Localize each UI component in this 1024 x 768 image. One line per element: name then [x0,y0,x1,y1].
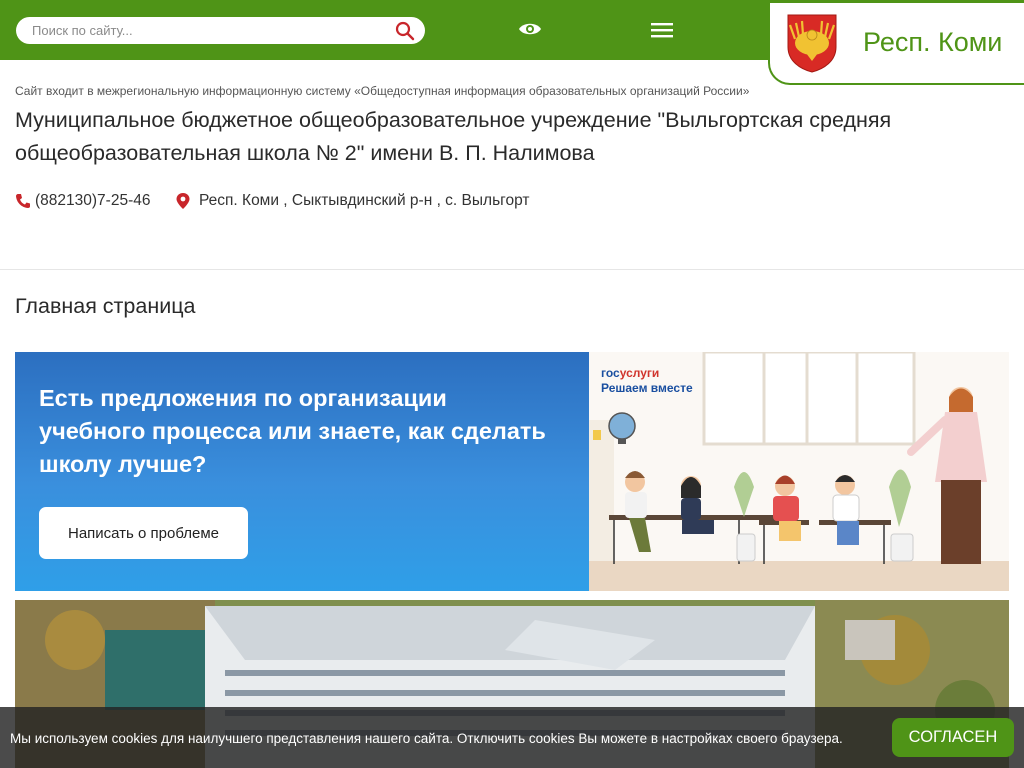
search-box [16,17,425,44]
eye-icon[interactable] [518,19,542,39]
cookie-text: Мы используем cookies для наилучшего пре… [10,731,843,746]
phone-number: (882130)7-25-46 [35,192,151,209]
cookie-accept-button[interactable]: СОГЛАСЕН [892,718,1014,757]
cookie-banner: Мы используем cookies для наилучшего пре… [0,707,1024,768]
menu-icon[interactable] [650,20,674,40]
coat-of-arms-icon [787,14,837,73]
location-pin-icon [176,193,190,209]
banner-text-panel: Есть предложения по организации учебного… [15,352,589,591]
search-input[interactable] [32,17,392,44]
classroom-illustration [589,352,1009,591]
address-contact: Респ. Коми , Сыктывдинский р-н , с. Выль… [175,192,529,210]
region-name: Респ. Коми [863,27,1003,57]
region-badge[interactable]: Респ. Коми [768,3,1024,85]
banner-illustration: госуслуги Решаем вместе [589,352,1009,591]
gosuslugi-banner: Есть предложения по организации учебного… [15,352,1009,591]
info-line: Сайт входит в межрегиональную информацио… [15,84,750,98]
phone-icon [16,194,30,208]
page-title: Главная страница [15,294,196,318]
search-icon[interactable] [395,21,415,41]
address-text: Респ. Коми , Сыктывдинский р-н , с. Выль… [199,192,530,209]
divider [0,269,1024,270]
organization-title: Муниципальное бюджетное общеобразователь… [15,108,892,165]
banner-text: Есть предложения по организации учебного… [39,385,546,477]
write-problem-button[interactable]: Написать о проблеме [39,507,248,559]
phone-contact[interactable]: (882130)7-25-46 [15,192,150,210]
